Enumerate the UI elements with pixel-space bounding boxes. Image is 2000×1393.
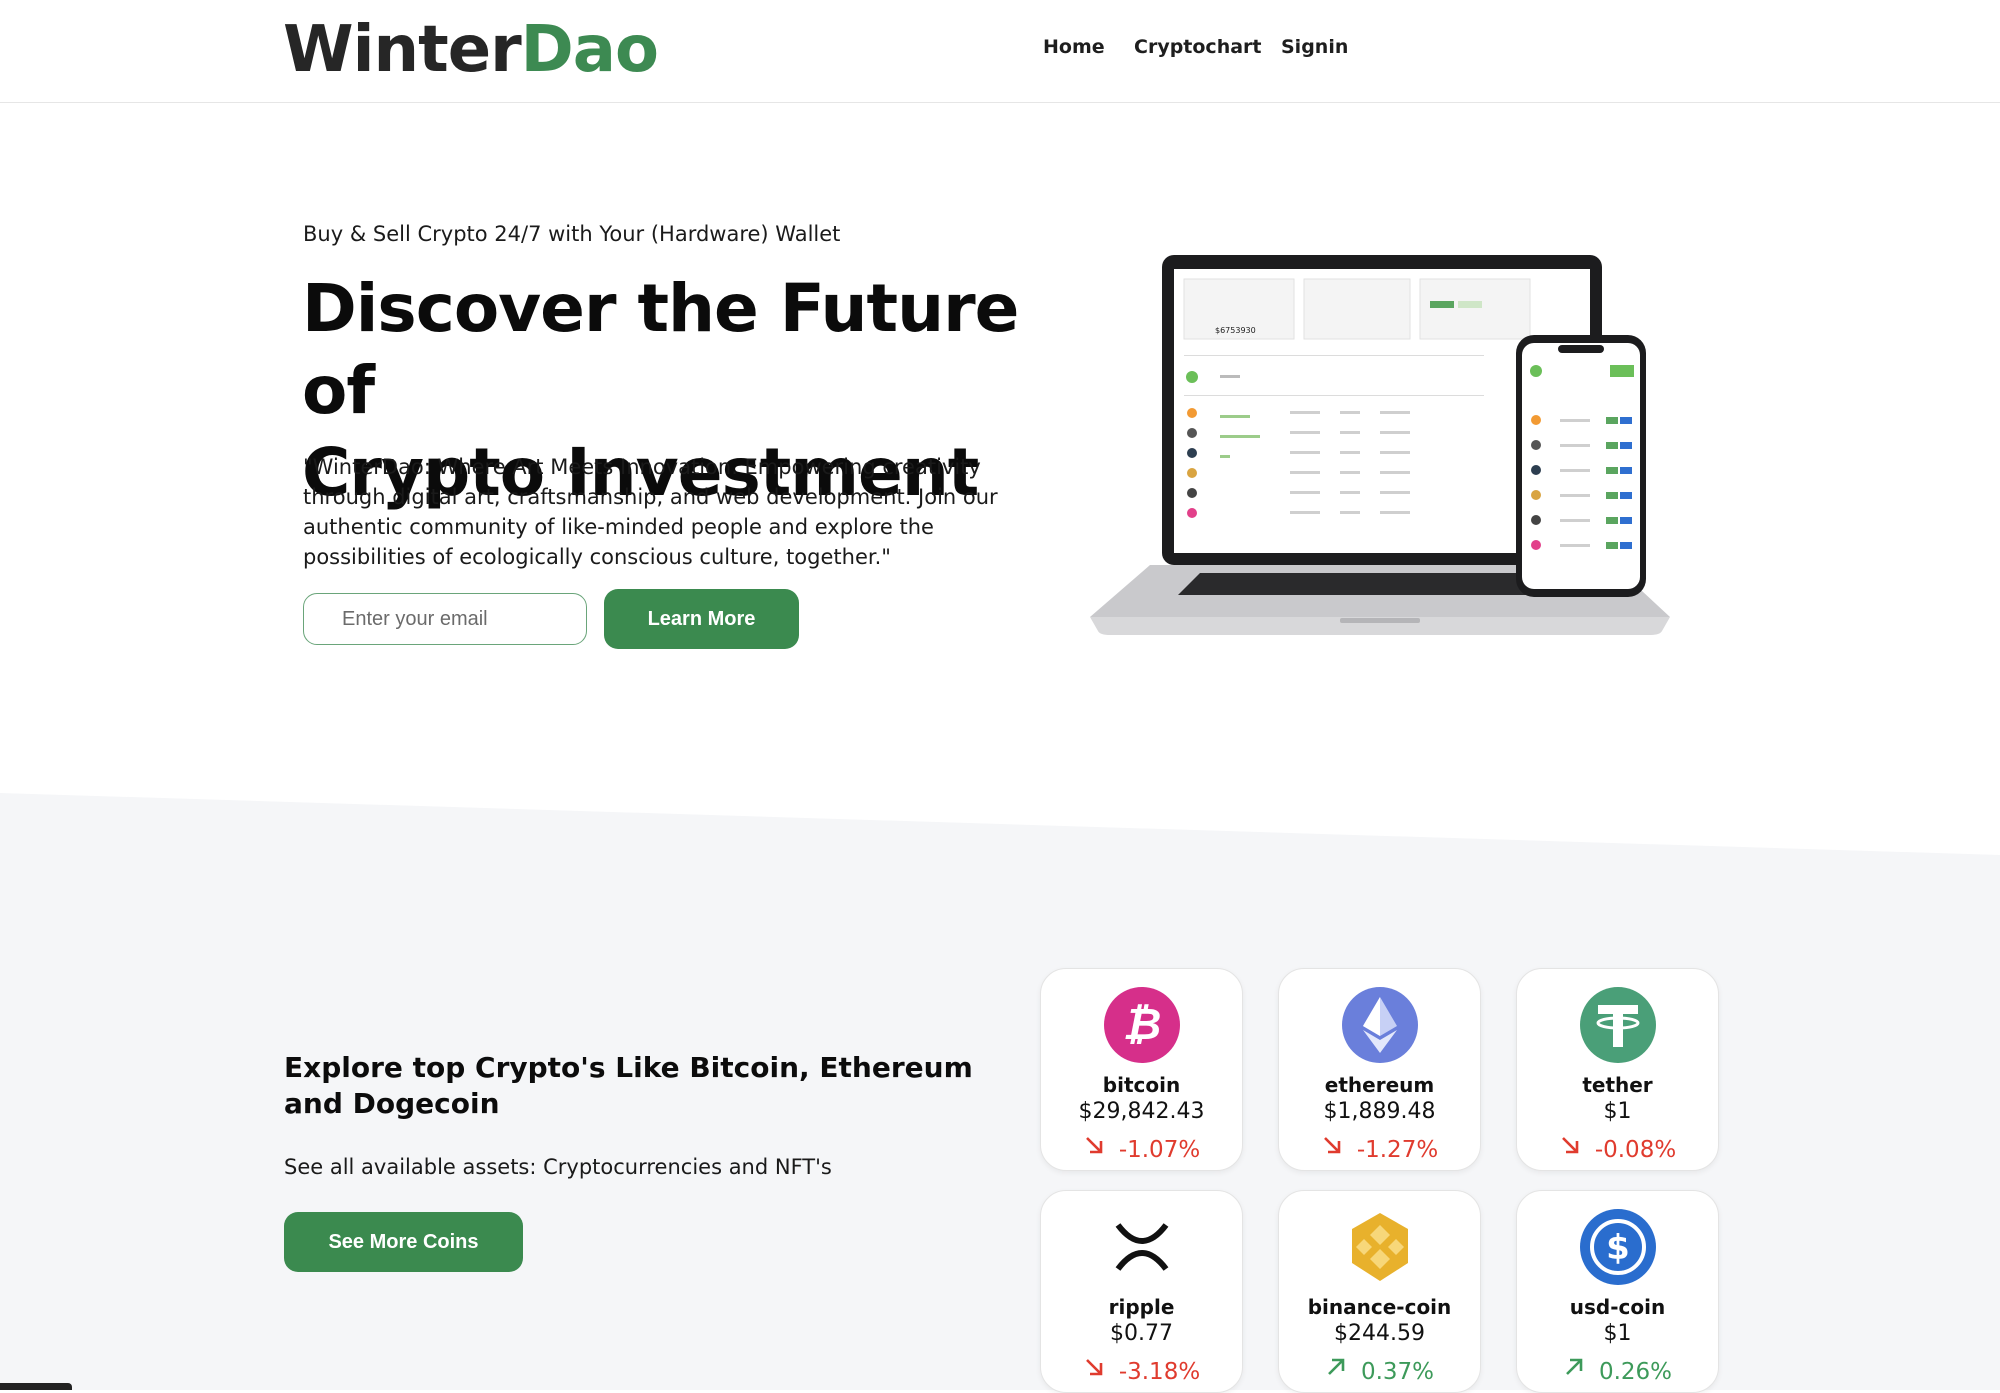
coin-change-value: 0.26% (1598, 1359, 1673, 1385)
arrow-up-right-icon (1328, 1358, 1345, 1375)
coin-change: -1.27% (1279, 1136, 1480, 1163)
bitcoin-icon: ₿ (1104, 987, 1180, 1063)
arrow-up-right-icon (1566, 1358, 1583, 1375)
coin-name: binance-coin (1307, 1295, 1452, 1319)
mockup-balance: $6753930 (1215, 326, 1256, 335)
ethereum-icon (1342, 987, 1418, 1063)
arrow-down-right-icon (1323, 1136, 1341, 1153)
coin-change: -3.18% (1041, 1358, 1242, 1385)
arrow-down-right-icon (1085, 1136, 1103, 1153)
coin-card-binance-coin[interactable]: binance-coin $244.59 0.37% (1278, 1190, 1481, 1393)
hero-eyebrow: Buy & Sell Crypto 24/7 with Your (Hardwa… (303, 222, 841, 246)
coin-name: usd-coin (1569, 1295, 1666, 1319)
hero-title-line-1: Discover the Future of (302, 270, 1019, 429)
coin-change-value: -1.07% (1118, 1137, 1201, 1163)
arrow-down-right-icon (1085, 1358, 1103, 1375)
logo-part-winter: Winter (283, 13, 522, 87)
site-header: WinterDao Home Cryptochart Signin (0, 0, 2000, 103)
coin-change: -1.07% (1041, 1136, 1242, 1163)
coin-price: $1 (1603, 1321, 1632, 1346)
tether-icon (1580, 987, 1656, 1063)
nav-signin[interactable]: Signin (1281, 36, 1348, 58)
coin-change-value: -0.08% (1594, 1137, 1677, 1163)
coin-price: $29,842.43 (1078, 1099, 1205, 1124)
section-background (0, 793, 2000, 1390)
scroll-indicator (0, 1383, 72, 1390)
hero-description: "WinterDao: Where Art Meets Innovation. … (303, 455, 998, 569)
coin-change: 0.37% (1279, 1358, 1480, 1385)
logo[interactable]: WinterDao (283, 13, 659, 87)
explore-title: Explore top Crypto's Like Bitcoin, Ether… (284, 1051, 973, 1120)
usd-coin-icon: $ (1580, 1209, 1656, 1285)
learn-more-button[interactable]: Learn More (604, 589, 799, 649)
nav-home[interactable]: Home (1043, 36, 1105, 58)
svg-text:$: $ (1606, 1228, 1630, 1268)
coin-price: $0.77 (1110, 1321, 1173, 1346)
coin-name: ripple (1108, 1295, 1175, 1319)
explore-subtitle: See all available assets: Cryptocurrenci… (284, 1155, 832, 1179)
coin-price: $1,889.48 (1323, 1099, 1436, 1124)
nav-cryptochart[interactable]: Cryptochart (1134, 36, 1262, 58)
coin-change-value: -3.18% (1118, 1359, 1201, 1385)
coin-change: 0.26% (1517, 1358, 1718, 1385)
coin-name: tether (1582, 1073, 1653, 1097)
coin-card-ripple[interactable]: ripple $0.77 -3.18% (1040, 1190, 1243, 1393)
email-input[interactable] (303, 593, 587, 645)
coin-card-bitcoin[interactable]: ₿ bitcoin $29,842.43 -1.07% (1040, 968, 1243, 1171)
coin-name: bitcoin (1102, 1073, 1181, 1097)
coin-card-tether[interactable]: tether $1 -0.08% (1516, 968, 1719, 1171)
coin-price: $244.59 (1334, 1321, 1425, 1346)
svg-text:₿: ₿ (1123, 999, 1162, 1050)
binance-coin-icon (1352, 1213, 1408, 1281)
coin-price: $1 (1603, 1099, 1632, 1124)
coin-card-ethereum[interactable]: ethereum $1,889.48 -1.27% (1278, 968, 1481, 1171)
ripple-icon (1104, 1209, 1180, 1285)
logo-part-dao: Dao (520, 13, 659, 87)
device-mockup-image: $6753930 (1090, 255, 1670, 635)
arrow-down-right-icon (1561, 1136, 1579, 1153)
coin-card-usd-coin[interactable]: $ usd-coin $1 0.26% (1516, 1190, 1719, 1393)
see-more-coins-button[interactable]: See More Coins (284, 1212, 523, 1272)
coin-change: -0.08% (1517, 1136, 1718, 1163)
coin-change-value: -1.27% (1356, 1137, 1439, 1163)
coin-change-value: 0.37% (1360, 1359, 1435, 1385)
coin-name: ethereum (1324, 1073, 1435, 1097)
